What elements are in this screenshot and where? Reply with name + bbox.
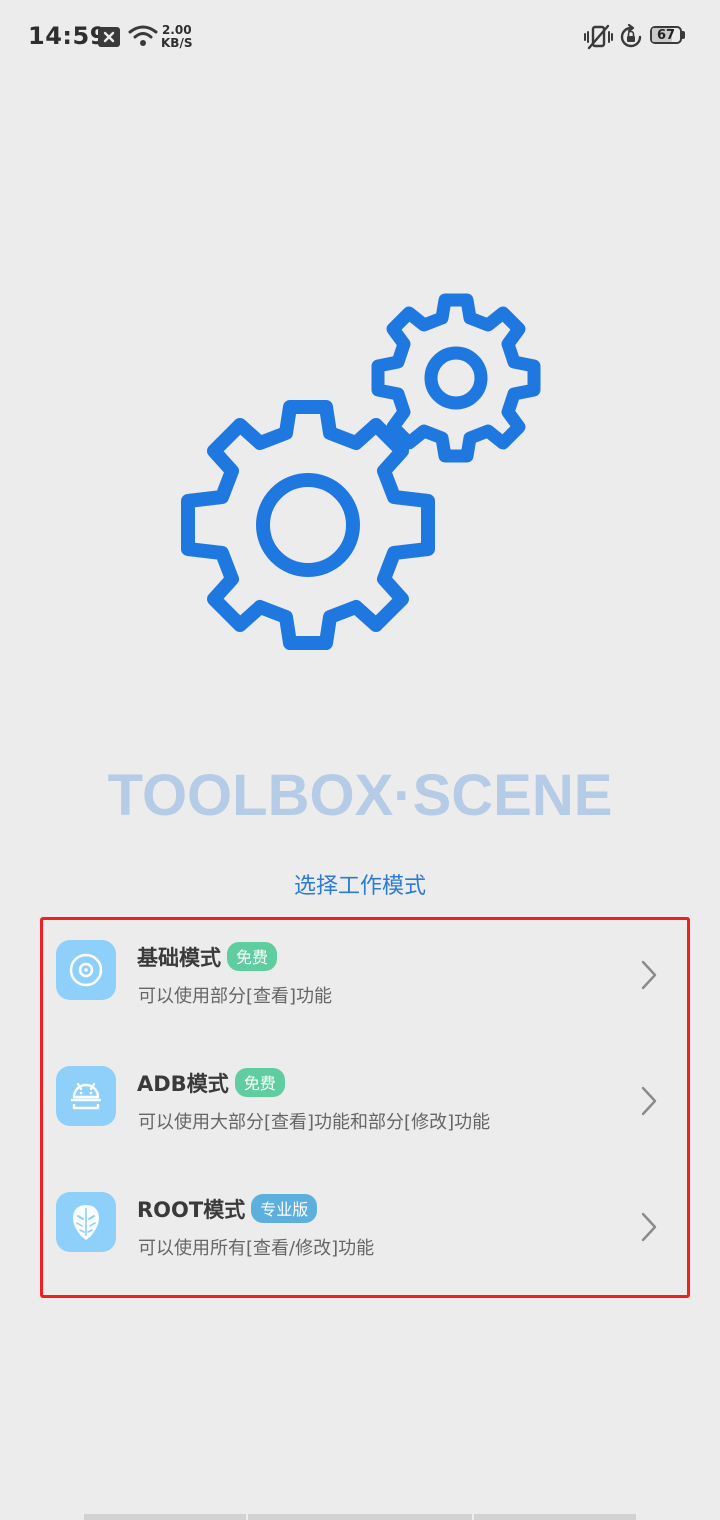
status-time: 14:59: [28, 22, 107, 50]
android-icon: [56, 1066, 116, 1126]
mode-title: 基础模式 免费: [137, 942, 278, 972]
mask-icon: [56, 1192, 116, 1252]
notification-close-icon: [98, 27, 120, 47]
mode-title: ROOT模式 专业版: [137, 1194, 318, 1224]
free-badge: 免费: [227, 942, 278, 971]
status-bar: 14:59 2.00 KB/S 67: [0, 0, 720, 74]
mode-item-root[interactable]: ROOT模式 专业版 可以使用所有[查看/修改]功能: [43, 1172, 687, 1292]
gears-icon: [181, 293, 541, 650]
network-speed-unit: KB/S: [161, 36, 193, 50]
mode-description: 可以使用所有[查看/修改]功能: [138, 1238, 375, 1259]
nav-indicator-left[interactable]: [84, 1514, 246, 1520]
chevron-right-icon: [641, 960, 657, 990]
mode-title-text: ADB模式: [137, 1072, 229, 1096]
chevron-right-icon: [641, 1212, 657, 1242]
nav-indicator-right[interactable]: [474, 1514, 636, 1520]
network-speed: 2.00 KB/S: [161, 24, 192, 50]
chevron-right-icon: [641, 1086, 657, 1116]
free-badge: 免费: [234, 1068, 285, 1097]
mode-item-adb[interactable]: ADB模式 免费 可以使用大部分[查看]功能和部分[修改]功能: [43, 1046, 687, 1166]
mode-item-basic[interactable]: 基础模式 免费 可以使用部分[查看]功能: [43, 920, 687, 1040]
mode-description: 可以使用大部分[查看]功能和部分[修改]功能: [138, 1112, 491, 1133]
brand-wordmark: TOOLBOX·SCENE: [107, 763, 613, 828]
battery-level: 67: [656, 28, 676, 43]
page-subtitle: 选择工作模式: [293, 874, 426, 899]
wifi-icon: [128, 25, 158, 46]
mode-title: ADB模式 免费: [137, 1068, 285, 1098]
pro-badge: 专业版: [251, 1194, 318, 1223]
mode-title-text: 基础模式: [137, 946, 221, 970]
battery-icon: 67: [650, 26, 686, 46]
mode-description: 可以使用部分[查看]功能: [138, 986, 333, 1007]
disc-icon: [56, 940, 116, 1000]
mode-title-text: ROOT模式: [137, 1198, 246, 1222]
rotation-lock-icon: [620, 24, 642, 48]
vibrate-off-icon: [584, 24, 613, 50]
nav-indicator-center[interactable]: [248, 1514, 472, 1520]
mode-list: 基础模式 免费 可以使用部分[查看]功能 ADB模式 免费 可以使用大部分[查看]功…: [40, 917, 690, 1298]
